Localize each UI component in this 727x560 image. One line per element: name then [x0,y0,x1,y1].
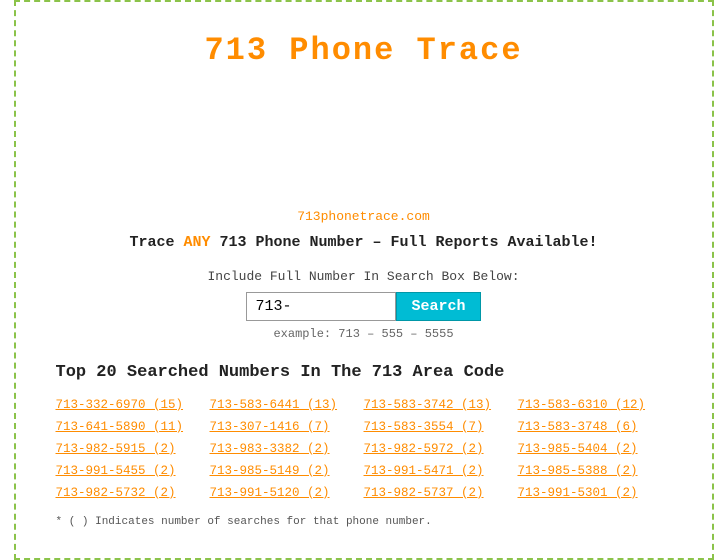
number-link[interactable]: 713-583-3742 (13) [364,396,518,414]
number-link[interactable]: 713-985-5149 (2) [210,462,364,480]
page-title: 713 Phone Trace [56,32,672,69]
number-link[interactable]: 713-991-5455 (2) [56,462,210,480]
number-link[interactable]: 713-982-5732 (2) [56,484,210,502]
top-numbers-title: Top 20 Searched Numbers In The 713 Area … [56,363,672,382]
number-link[interactable]: 713-307-1416 (7) [210,418,364,436]
tagline-any: ANY [183,234,210,251]
number-link[interactable]: 713-583-3554 (7) [364,418,518,436]
number-link[interactable]: 713-583-3748 (6) [518,418,672,436]
numbers-grid: 713-332-6970 (15)713-583-6441 (13)713-58… [56,396,672,502]
number-link[interactable]: 713-982-5915 (2) [56,440,210,458]
tagline-before: Trace [129,234,183,251]
footnote: * ( ) Indicates number of searches for t… [56,516,672,528]
search-button[interactable]: Search [396,292,480,321]
search-label: Include Full Number In Search Box Below: [56,269,672,284]
number-link[interactable]: 713-982-5737 (2) [364,484,518,502]
number-link[interactable]: 713-332-6970 (15) [56,396,210,414]
tagline-after: 713 Phone Number – Full Reports Availabl… [210,234,597,251]
number-link[interactable]: 713-982-5972 (2) [364,440,518,458]
search-row: Search [56,292,672,321]
number-link[interactable]: 713-985-5404 (2) [518,440,672,458]
number-link[interactable]: 713-991-5120 (2) [210,484,364,502]
page-container: 713 Phone Trace 713phonetrace.com Trace … [14,0,714,560]
number-link[interactable]: 713-641-5890 (11) [56,418,210,436]
number-link[interactable]: 713-991-5471 (2) [364,462,518,480]
search-input[interactable] [246,292,396,321]
number-link[interactable]: 713-583-6310 (12) [518,396,672,414]
number-link[interactable]: 713-583-6441 (13) [210,396,364,414]
number-link[interactable]: 713-983-3382 (2) [210,440,364,458]
number-link[interactable]: 713-991-5301 (2) [518,484,672,502]
search-example: example: 713 – 555 – 5555 [56,327,672,341]
number-link[interactable]: 713-985-5388 (2) [518,462,672,480]
site-url: 713phonetrace.com [56,209,672,224]
tagline: Trace ANY 713 Phone Number – Full Report… [56,234,672,251]
